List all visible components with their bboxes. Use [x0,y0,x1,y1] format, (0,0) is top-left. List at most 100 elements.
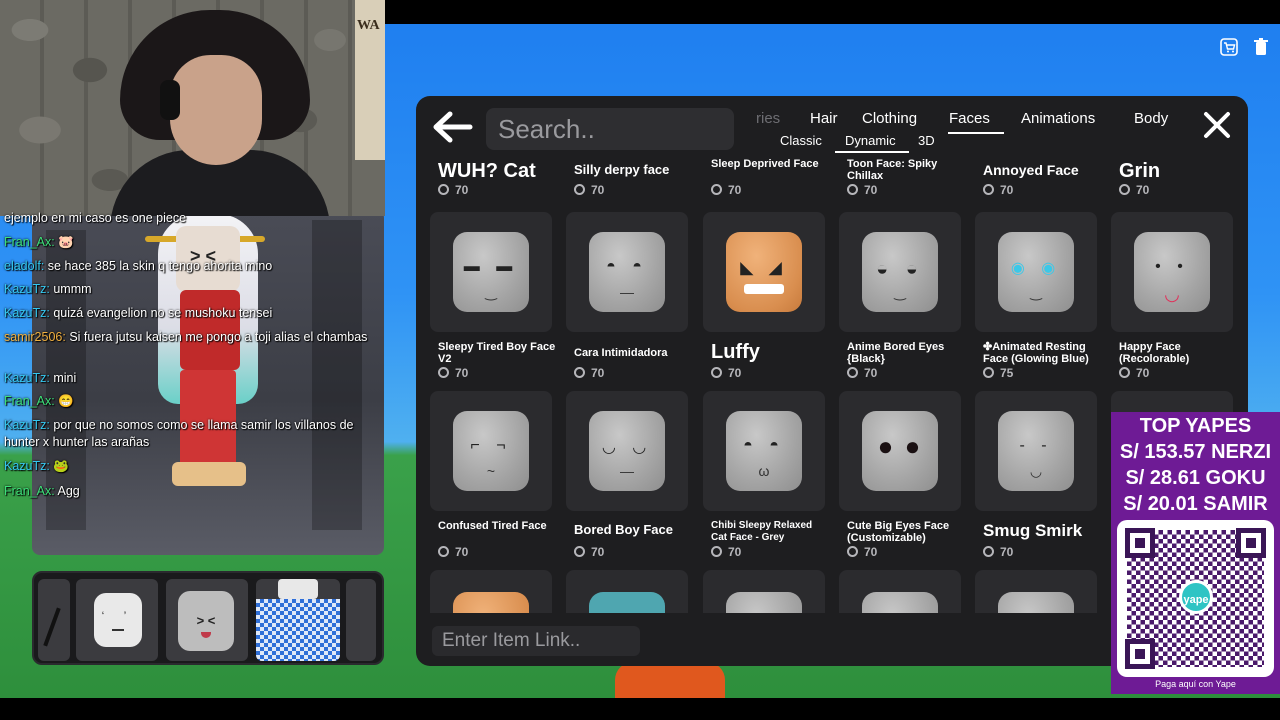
item-name: Sleepy Tired Boy Face V2 [438,341,556,365]
item-name: Chibi Sleepy Relaxed Cat Face - Grey [711,520,813,543]
item-price: 70 [847,366,877,380]
qr-finder [1125,528,1155,558]
item-thumbnail [566,570,688,613]
hotbar-slot[interactable] [346,579,376,661]
item-price: 70 [438,545,468,559]
robux-icon [983,367,994,378]
qr-code: yape [1117,520,1274,677]
item-name: Annoyed Face [983,162,1079,178]
chat-message: KazuTz: por que no somos como se llama s… [4,418,354,449]
donation-cta: Paga aquí con Yape [1155,679,1236,689]
item-name: Bored Boy Face [574,522,673,537]
active-subtab-indicator [835,151,909,153]
hotbar-slot[interactable]: > < [166,579,248,661]
robux-icon [438,367,449,378]
robux-icon [711,546,722,557]
item-thumbnail: ◉ ◉ ‿ [975,212,1097,332]
robux-icon [847,367,858,378]
game-object [615,662,725,698]
hotbar-slot[interactable]: ‘ ’ [76,579,158,661]
streamer-face [170,55,262,165]
wanted-poster: WA [355,0,385,160]
arrow-left-icon [433,111,473,143]
chat-message: samir2506: Si fuera jutsu kaisen me pong… [4,330,368,344]
top-right-icons [1218,36,1272,58]
item-thumbnail: ◒ ◒ ‿ [839,212,961,332]
item-price: 70 [711,183,741,197]
subtab-3d[interactable]: 3D [918,133,935,148]
bottom-letterbox [0,698,1280,720]
item-thumbnail: ▬ ▬ ‿ [430,212,552,332]
item-price: 70 [438,183,468,197]
close-icon [1204,112,1230,138]
back-button[interactable] [430,110,474,146]
face-thumbnail: > < [178,591,234,651]
hotbar-slot[interactable] [256,579,340,661]
hotbar-slot[interactable] [38,579,70,661]
item-thumbnail: ⌐ ¬ ~ [430,391,552,511]
item-name: WUH? Cat [438,160,536,182]
item-name: Anime Bored Eyes {Black} [847,341,945,365]
yape-logo: yape [1179,580,1213,614]
item-price: 70 [574,545,604,559]
tab-clothing[interactable]: Clothing [862,110,917,127]
item-thumbnail [839,570,961,613]
item-name: Toon Face: Spiky Chillax [847,158,938,182]
item-price: 70 [438,366,468,380]
item-thumbnail [975,570,1097,613]
cart-icon[interactable] [1218,36,1240,58]
item-price: 70 [1119,366,1149,380]
item-thumbnail: ● ● [839,391,961,511]
donation-entry: S/ 20.01 SAMIR [1123,493,1268,515]
item-thumbnail: ◡ ◡ — [566,391,688,511]
tab-body[interactable]: Body [1134,110,1168,127]
category-tabs: ries Hair Clothing Faces Animations Body [734,110,1199,134]
close-button[interactable] [1202,110,1232,140]
chat-message: Fran_Ax: 😁 [4,394,74,408]
robux-icon [847,546,858,557]
chat-message: Fran_Ax: 🐷 [4,235,74,249]
clothing-thumbnail [256,599,340,661]
robux-icon [438,184,449,195]
robux-icon [983,546,994,557]
robux-icon [711,367,722,378]
robux-icon [1119,184,1130,195]
robux-icon [711,184,722,195]
item-price: 70 [847,545,877,559]
tab-faces[interactable]: Faces [949,110,990,127]
item-price: 70 [983,183,1013,197]
chat-message: eladolf: se hace 385 la skin q tengo aho… [4,259,273,273]
item-name: Confused Tired Face [438,520,547,532]
qr-finder [1236,528,1266,558]
tab-hair[interactable]: Hair [810,110,838,127]
item-thumbnail: ◓ ◓ ω [703,391,825,511]
donation-entry: S/ 153.57 NERZI [1119,441,1272,463]
robux-icon [847,184,858,195]
tab-accessories[interactable]: ries [756,110,780,127]
active-tab-indicator [948,132,1004,134]
item-price: 70 [711,545,741,559]
subtab-classic[interactable]: Classic [780,133,822,148]
item-name: Happy Face (Recolorable) [1119,341,1190,365]
item-name: Smug Smirk [983,521,1083,540]
robux-icon [1119,367,1130,378]
subtab-dynamic[interactable]: Dynamic [845,133,896,148]
item-link-input[interactable]: Enter Item Link.. [432,626,640,656]
tab-animations[interactable]: Animations [1021,110,1095,127]
item-name: ✤Animated Resting Face (Glowing Blue) [983,341,1089,365]
robux-icon [574,546,585,557]
item-name: Grin [1119,160,1161,182]
robux-icon [574,184,585,195]
chat-message: KazuTz: 🐸 [4,459,69,473]
chat-message: ejemplo en mi caso es one piece [4,211,187,225]
trash-icon[interactable] [1250,36,1272,58]
robux-icon [574,367,585,378]
item-name: Silly derpy face [574,162,670,177]
search-input[interactable]: Search.. [486,108,734,150]
face-thumbnail: ‘ ’ [94,593,142,647]
item-thumbnail [430,570,552,613]
donation-title: TOP YAPES [1139,415,1252,437]
item-price: 70 [1119,183,1149,197]
item-thumbnail: ◣ ◢ [703,212,825,332]
webcam-overlay: WA [0,0,385,216]
